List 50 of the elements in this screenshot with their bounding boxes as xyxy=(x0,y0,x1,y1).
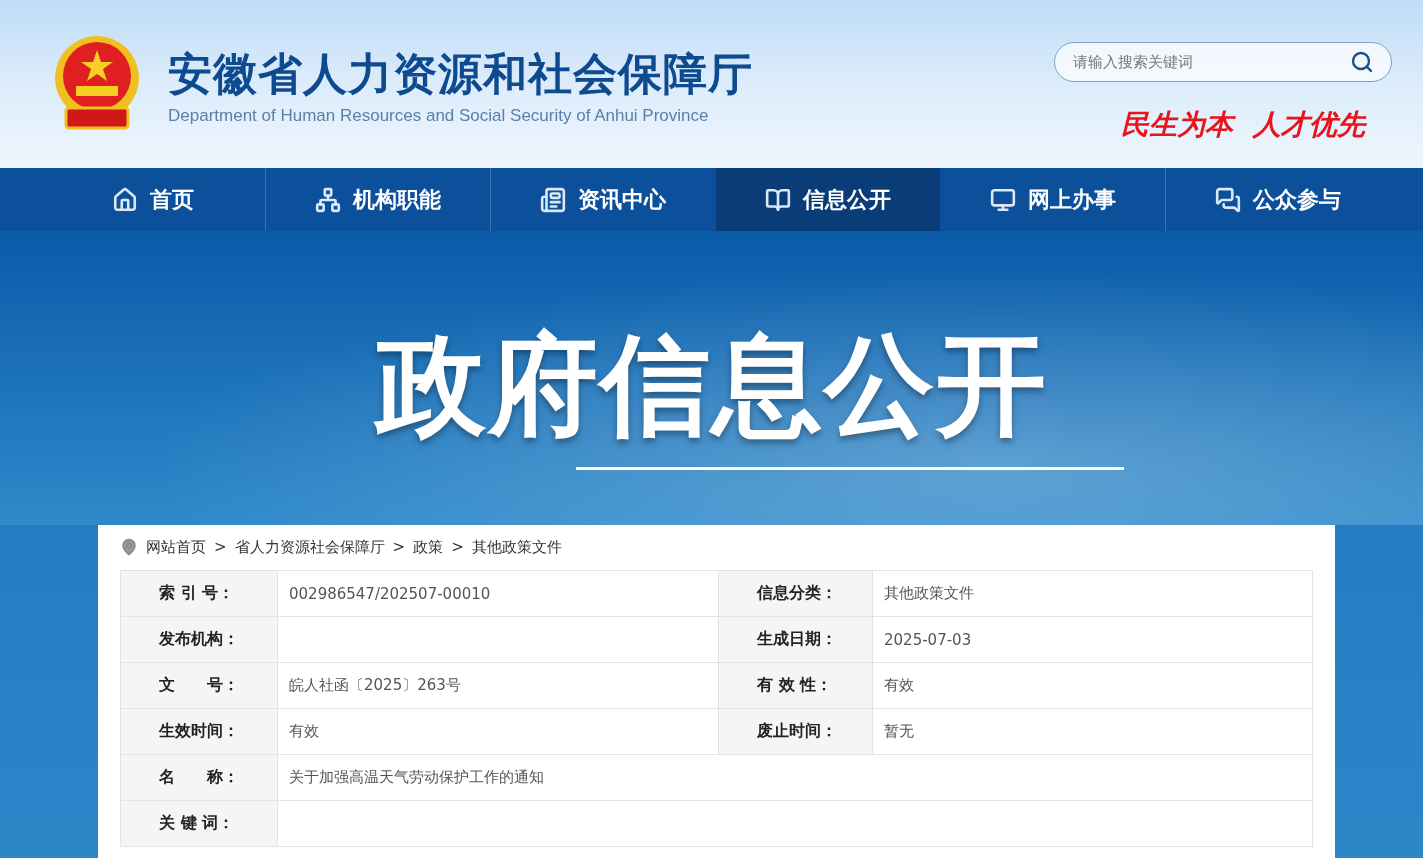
breadcrumb-link[interactable]: 网站首页 xyxy=(146,537,206,557)
breadcrumb-separator: > xyxy=(214,538,227,556)
site-subtitle: Department of Human Resources and Social Security of Anhui Province xyxy=(168,106,710,127)
field-label: 名 称： xyxy=(121,755,278,801)
search-icon[interactable] xyxy=(1350,50,1374,74)
nav-tab[interactable]: 网上办事 xyxy=(940,168,1165,231)
breadcrumb-link[interactable]: 省人力资源社会保障厅 xyxy=(234,537,385,557)
nav-tab[interactable]: 信息公开 xyxy=(715,168,940,231)
field-label: 索 引 号： xyxy=(121,571,278,617)
newspaper-icon xyxy=(540,186,566,213)
breadcrumb-separator: > xyxy=(451,538,464,556)
field-label: 生成日期： xyxy=(719,617,873,663)
field-value: 有效 xyxy=(278,709,719,755)
field-value: 其他政策文件 xyxy=(873,571,1313,617)
site-title: 安徽省人力资源和社会保障厅 xyxy=(168,49,753,99)
nav-label: 公众参与 xyxy=(1253,185,1341,214)
nav-tab[interactable]: 首页 xyxy=(40,168,265,231)
banner-title: 政府信息公开 xyxy=(375,320,1048,451)
nav-label: 机构职能 xyxy=(353,185,441,214)
field-value: 暂无 xyxy=(873,709,1313,755)
monitor-icon xyxy=(990,186,1016,213)
nav-tab[interactable]: 资讯中心 xyxy=(490,168,715,231)
nav-label: 网上办事 xyxy=(1028,185,1116,214)
nav-tab[interactable]: 公众参与 xyxy=(1165,168,1390,231)
open-book-icon xyxy=(765,186,791,213)
nav-label: 信息公开 xyxy=(803,185,891,214)
field-label: 信息分类： xyxy=(719,571,873,617)
field-label: 废止时间： xyxy=(719,709,873,755)
breadcrumb-separator: > xyxy=(392,538,406,556)
field-value: 2025-07-03 xyxy=(873,617,1313,663)
nav-label: 首页 xyxy=(150,185,194,214)
field-label: 发布机构： xyxy=(121,617,278,663)
field-value: 002986547/202507-00010 xyxy=(278,571,719,617)
field-value: 皖人社函〔2025〕263号 xyxy=(278,663,719,709)
field-value: 关于加强高温天气劳动保护工作的通知 xyxy=(278,755,1313,801)
breadcrumb-link[interactable]: 政策 xyxy=(413,537,444,557)
nav-label: 资讯中心 xyxy=(578,185,666,214)
field-label: 文 号： xyxy=(121,663,278,709)
field-label: 有 效 性： xyxy=(719,663,873,709)
nav-tab[interactable]: 机构职能 xyxy=(265,168,490,231)
slogan: 民生为本 人才优先 xyxy=(1121,107,1365,143)
location-pin-icon xyxy=(120,538,138,556)
field-value: 有效 xyxy=(873,663,1313,709)
field-label: 关 键 词： xyxy=(121,801,278,847)
hierarchy-icon xyxy=(315,186,341,213)
chat-bubbles-icon xyxy=(1215,186,1241,213)
home-icon xyxy=(112,186,138,213)
search-field[interactable]: 请输入搜索关键词 xyxy=(1054,42,1392,82)
breadcrumb-link[interactable]: 其他政策文件 xyxy=(471,537,562,557)
field-label: 生效时间： xyxy=(121,709,278,755)
